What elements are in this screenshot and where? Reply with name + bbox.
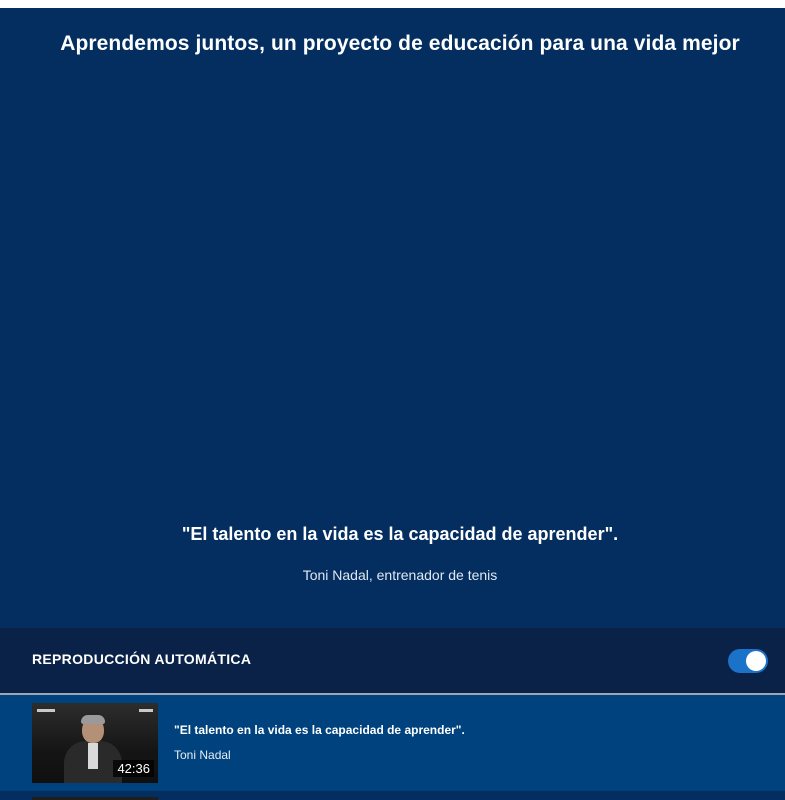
video-thumbnail[interactable]: 42:36	[32, 703, 158, 783]
speaker-hair	[81, 715, 105, 724]
thumbnail-logo-right	[139, 709, 153, 712]
toggle-knob	[746, 651, 766, 671]
top-strip	[0, 0, 785, 8]
video-player-area[interactable]: Aprendemos juntos, un proyecto de educac…	[0, 8, 785, 628]
thumbnail-logo-left	[37, 709, 55, 712]
featured-quote: "El talento en la vida es la capacidad d…	[181, 524, 619, 544]
playlist-item-author: Toni Nadal	[174, 748, 231, 762]
video-duration: 42:36	[113, 760, 154, 777]
playlist-item[interactable]: 42:36 "El talento en la vida es la capac…	[0, 695, 785, 791]
autoplay-toggle[interactable]	[728, 649, 768, 673]
quote-author: Toni Nadal, entrenador de tenis	[302, 567, 498, 583]
speaker-shirt	[88, 743, 98, 769]
page-title: Aprendemos juntos, un proyecto de educac…	[60, 32, 740, 55]
autoplay-label: REPRODUCCIÓN AUTOMÁTICA	[32, 651, 252, 667]
playlist-item-title[interactable]: "El talento en la vida es la capacidad d…	[174, 723, 465, 737]
autoplay-bar: REPRODUCCIÓN AUTOMÁTICA	[0, 628, 785, 693]
